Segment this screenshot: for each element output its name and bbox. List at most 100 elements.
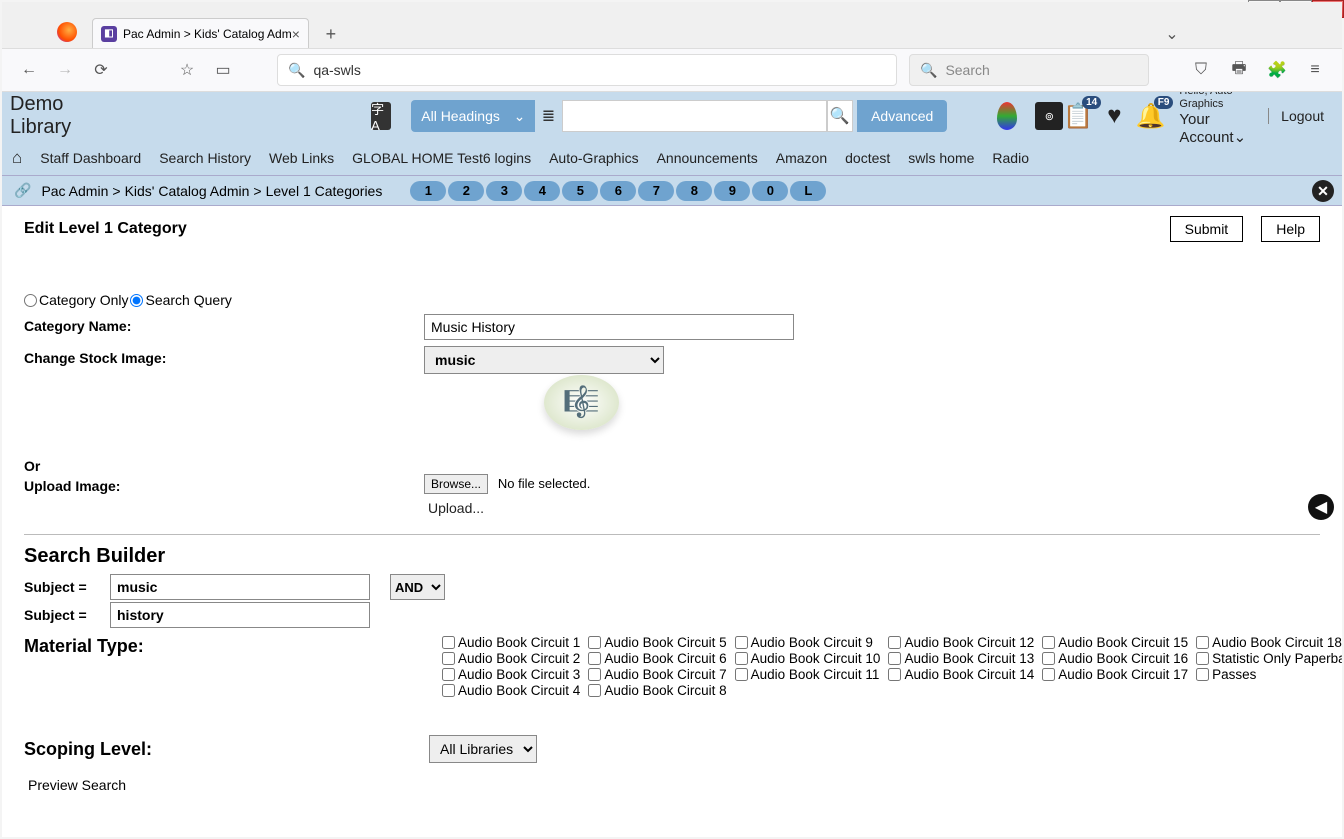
url-input[interactable]: 🔍 qa-swls [277,54,897,86]
material-type-item[interactable]: Audio Book Circuit 12 [888,635,1034,650]
nav-item[interactable]: Staff Dashboard [40,150,141,166]
back-button[interactable]: ← [17,58,41,82]
material-type-checkbox[interactable] [735,668,748,681]
material-type-checkbox[interactable] [735,652,748,665]
material-type-item[interactable]: Audio Book Circuit 4 [442,683,580,698]
nav-item[interactable]: Web Links [269,150,334,166]
container-icon[interactable]: ▭ [211,58,235,82]
material-type-checkbox[interactable] [442,652,455,665]
catalog-search-input[interactable] [562,100,827,132]
crumb-c[interactable]: Level 1 Categories [266,183,383,199]
nav-item[interactable]: Radio [992,150,1029,166]
material-type-checkbox[interactable] [1196,668,1209,681]
close-panel-icon[interactable]: ✕ [1312,180,1334,202]
material-type-checkbox[interactable] [1042,668,1055,681]
subject-input-1[interactable] [110,574,370,600]
pill[interactable]: 1 [410,181,446,201]
translate-icon[interactable]: 字A [371,102,391,130]
lists-icon[interactable]: 📋14 [1063,102,1093,131]
material-type-item[interactable]: Audio Book Circuit 18 [1196,635,1342,650]
material-type-checkbox[interactable] [1196,636,1209,649]
pill[interactable]: 8 [676,181,712,201]
catalog-search-button[interactable]: 🔍 [827,100,853,132]
material-type-checkbox[interactable] [588,652,601,665]
material-type-item[interactable]: Audio Book Circuit 15 [1042,635,1188,650]
material-type-item[interactable]: Audio Book Circuit 2 [442,651,580,666]
material-type-checkbox[interactable] [888,652,901,665]
advanced-button[interactable]: Advanced [857,100,947,132]
pill[interactable]: 5 [562,181,598,201]
collapse-left-icon[interactable]: ◀ [1308,494,1334,520]
browser-search-input[interactable]: 🔍 Search [909,54,1149,86]
pill[interactable]: 3 [486,181,522,201]
print-icon[interactable]: 🖶 [1227,58,1251,82]
material-type-checkbox[interactable] [442,684,455,697]
nav-item[interactable]: swls home [908,150,974,166]
upload-link[interactable]: Upload... [428,500,590,516]
pill[interactable]: 9 [714,181,750,201]
pill[interactable]: L [790,181,826,201]
category-only-radio[interactable] [24,294,37,307]
material-type-item[interactable]: Audio Book Circuit 16 [1042,651,1188,666]
material-type-item[interactable]: Audio Book Circuit 8 [588,683,726,698]
nav-item[interactable]: GLOBAL HOME Test6 logins [352,150,531,166]
category-name-input[interactable] [424,314,794,340]
menu-icon[interactable]: ≡ [1303,58,1327,82]
material-type-item[interactable]: Audio Book Circuit 13 [888,651,1034,666]
bookmark-star-icon[interactable]: ☆ [175,58,199,82]
material-type-item[interactable]: Statistic Only Paperback [1196,651,1342,666]
material-type-checkbox[interactable] [442,668,455,681]
material-type-checkbox[interactable] [735,636,748,649]
account-block[interactable]: Hello, Auto-Graphics Your Account⌄ [1179,92,1246,147]
search-targets-icon[interactable]: ⊚ [1035,102,1063,130]
pill[interactable]: 4 [524,181,560,201]
notifications-icon[interactable]: 🔔F9 [1136,102,1166,131]
subject-input-2[interactable] [110,602,370,628]
material-type-checkbox[interactable] [888,636,901,649]
nav-item[interactable]: Search History [159,150,251,166]
headings-select[interactable]: All Headings ⌄ [411,100,535,132]
material-type-checkbox[interactable] [588,684,601,697]
pill[interactable]: 7 [638,181,674,201]
submit-button[interactable]: Submit [1170,216,1244,242]
crumb-a[interactable]: Pac Admin [41,183,108,199]
stock-image-select[interactable]: music [424,346,664,374]
material-type-item[interactable]: Audio Book Circuit 11 [735,667,881,682]
pill[interactable]: 6 [600,181,636,201]
material-type-item[interactable]: Audio Book Circuit 6 [588,651,726,666]
preview-search-link[interactable]: Preview Search [28,777,1320,793]
crumb-b[interactable]: Kids' Catalog Admin [125,183,250,199]
search-query-radio[interactable] [130,294,143,307]
material-type-item[interactable]: Audio Book Circuit 14 [888,667,1034,682]
material-type-checkbox[interactable] [442,636,455,649]
browser-tab[interactable]: ◧ Pac Admin > Kids' Catalog Adm × [92,18,309,48]
logout-link[interactable]: Logout [1268,108,1324,124]
material-type-checkbox[interactable] [588,636,601,649]
browse-button[interactable]: Browse... [424,474,488,494]
nav-item[interactable]: doctest [845,150,890,166]
material-type-checkbox[interactable] [888,668,901,681]
material-type-item[interactable]: Audio Book Circuit 10 [735,651,881,666]
database-icon[interactable]: ≣ [541,100,555,132]
tab-close-icon[interactable]: × [292,26,300,42]
material-type-item[interactable]: Audio Book Circuit 17 [1042,667,1188,682]
material-type-item[interactable]: Audio Book Circuit 7 [588,667,726,682]
material-type-item[interactable]: Audio Book Circuit 9 [735,635,881,650]
nav-item[interactable]: Auto-Graphics [549,150,638,166]
tabs-dropdown-icon[interactable]: ⌄ [1162,24,1182,44]
pill[interactable]: 2 [448,181,484,201]
extensions-icon[interactable]: 🧩 [1265,58,1289,82]
balloon-icon[interactable] [997,102,1017,130]
pocket-icon[interactable]: ⛉ [1189,58,1213,82]
material-type-item[interactable]: Passes [1196,667,1342,682]
material-type-item[interactable]: Audio Book Circuit 3 [442,667,580,682]
pill[interactable]: 0 [752,181,788,201]
material-type-checkbox[interactable] [588,668,601,681]
material-type-checkbox[interactable] [1196,652,1209,665]
boolean-select[interactable]: AND [390,574,445,600]
material-type-item[interactable]: Audio Book Circuit 1 [442,635,580,650]
material-type-checkbox[interactable] [1042,652,1055,665]
favorites-icon[interactable]: ♥ [1107,102,1121,130]
material-type-item[interactable]: Audio Book Circuit 5 [588,635,726,650]
reload-button[interactable]: ⟳ [89,58,113,82]
